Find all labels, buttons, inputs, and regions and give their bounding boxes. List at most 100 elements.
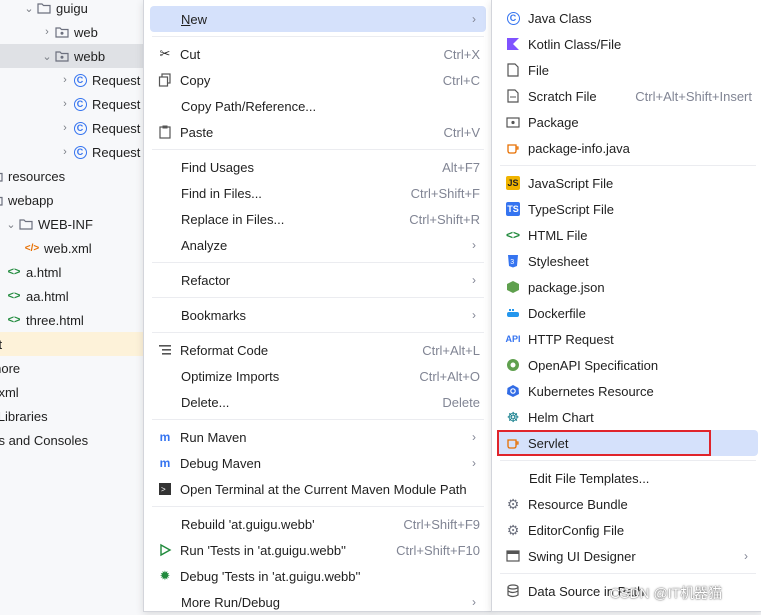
submenu-item-dockerfile[interactable]: Dockerfile [498, 300, 758, 326]
menu-item-copy[interactable]: Copy Ctrl+C [150, 67, 486, 93]
submenu-item-file[interactable]: File [498, 57, 758, 83]
menu-item-optimize-imports[interactable]: Optimize Imports Ctrl+Alt+O [150, 363, 486, 389]
css-icon: 3 [504, 252, 522, 270]
tree-item[interactable]: ⌄ webb [0, 44, 150, 68]
tree-item-label: webb [74, 48, 106, 64]
menu-item-rebuild[interactable]: Rebuild 'at.guigu.webb' Ctrl+Shift+F9 [150, 511, 486, 537]
helm-icon: ☸ [506, 408, 520, 425]
html-icon: <> [7, 290, 21, 302]
chevron-right-icon[interactable]: › [58, 98, 72, 110]
submenu-item-html-file[interactable]: <> HTML File [498, 222, 758, 248]
submenu-item-kubernetes[interactable]: Kubernetes Resource [498, 378, 758, 404]
menu-item-paste[interactable]: Paste Ctrl+V [150, 119, 486, 145]
typescript-icon: TS [506, 202, 520, 216]
submenu-item-package[interactable]: Package [498, 109, 758, 135]
tree-item-label: al Libraries [0, 408, 48, 424]
tree-item[interactable]: <> a.html [0, 260, 150, 284]
kotlin-icon [504, 35, 522, 53]
database-icon [504, 582, 522, 600]
submenu-item-package-json[interactable]: package.json [498, 274, 758, 300]
menu-item-more-run-debug[interactable]: More Run/Debug › [150, 589, 486, 615]
tree-item[interactable]: ⌄ WEB-INF [0, 212, 150, 236]
tree-item[interactable]: ignore [0, 356, 150, 380]
submenu-item-openapi[interactable]: OpenAPI Specification [498, 352, 758, 378]
menu-item-copy-path[interactable]: Copy Path/Reference... [150, 93, 486, 119]
java-file-icon [504, 139, 522, 157]
chevron-right-icon[interactable]: › [58, 74, 72, 86]
submenu-item-resource-bundle[interactable]: ⚙ Resource Bundle [498, 491, 758, 517]
tree-item[interactable]: <> three.html [0, 308, 150, 332]
tree-item[interactable]: ⌄ guigu [0, 0, 150, 20]
maven-debug-icon: m [159, 456, 171, 470]
chevron-down-icon[interactable]: ⌄ [4, 218, 18, 231]
submenu-item-scratch-file[interactable]: Scratch File Ctrl+Alt+Shift+Insert [498, 83, 758, 109]
submenu-item-ts-file[interactable]: TS TypeScript File [498, 196, 758, 222]
menu-item-delete[interactable]: Delete... Delete [150, 389, 486, 415]
menu-item-new[interactable]: New › [150, 6, 486, 32]
tree-item[interactable]: webapp [0, 188, 150, 212]
menu-item-reformat[interactable]: Reformat Code Ctrl+Alt+L [150, 337, 486, 363]
tree-item[interactable]: </> web.xml [0, 236, 150, 260]
tree-item-label: Request [92, 144, 141, 160]
chevron-right-icon: › [472, 595, 476, 609]
submenu-item-java-class[interactable]: C Java Class [498, 5, 758, 31]
tree-item[interactable]: al Libraries [0, 404, 150, 428]
chevron-right-icon[interactable]: › [40, 26, 54, 38]
chevron-right-icon: › [472, 238, 476, 252]
tree-item[interactable]: › C Request [0, 68, 150, 92]
tree-item[interactable]: › C Request [0, 116, 150, 140]
menu-item-debug-maven[interactable]: m Debug Maven › [150, 450, 486, 476]
folder-icon [0, 168, 4, 184]
menu-item-cut[interactable]: ✂ Cut Ctrl+X [150, 41, 486, 67]
chevron-down-icon[interactable]: ⌄ [22, 2, 36, 15]
bug-icon: ✹ [159, 568, 171, 583]
submenu-item-editorconfig[interactable]: ⚙ EditorConfig File [498, 517, 758, 543]
tree-item-label: guigu [56, 0, 88, 16]
tree-item[interactable]: › web [0, 20, 150, 44]
gear-icon: ⚙ [506, 521, 520, 538]
menu-item-analyze[interactable]: Analyze › [150, 232, 486, 258]
reformat-icon [156, 341, 174, 359]
menu-item-refactor[interactable]: Refactor › [150, 267, 486, 293]
java-class-icon: C [504, 9, 522, 27]
submenu-item-http-request[interactable]: API HTTP Request [498, 326, 758, 352]
submenu-item-kotlin-class[interactable]: Kotlin Class/File [498, 31, 758, 57]
tree-item[interactable]: get [0, 332, 150, 356]
tree-item-label: web [74, 24, 98, 40]
menu-item-run-tests[interactable]: Run 'Tests in 'at.guigu.webb'' Ctrl+Shif… [150, 537, 486, 563]
paste-icon [156, 123, 174, 141]
tree-item-label: resources [8, 168, 66, 184]
chevron-right-icon[interactable]: › [58, 122, 72, 134]
tree-item-label: ignore [0, 360, 21, 376]
menu-item-find-usages[interactable]: Find Usages Alt+F7 [150, 154, 486, 180]
watermark: CSDN @IT机器猫 [610, 585, 723, 601]
chevron-right-icon[interactable]: › [58, 146, 72, 158]
tree-item[interactable]: <> aa.html [0, 284, 150, 308]
form-icon [504, 547, 522, 565]
submenu-item-swing-designer[interactable]: Swing UI Designer › [498, 543, 758, 569]
chevron-down-icon[interactable]: ⌄ [40, 50, 54, 63]
menu-item-run-maven[interactable]: m Run Maven › [150, 424, 486, 450]
menu-item-find-in-files[interactable]: Find in Files... Ctrl+Shift+F [150, 180, 486, 206]
submenu-item-js-file[interactable]: JS JavaScript File [498, 170, 758, 196]
tree-item[interactable]: hes and Consoles [0, 428, 150, 452]
tree-item[interactable]: m.xml [0, 380, 150, 404]
html-icon: <> [7, 314, 21, 326]
tree-item-label: Request [92, 96, 141, 112]
menu-item-bookmarks[interactable]: Bookmarks › [150, 302, 486, 328]
tree-item[interactable]: resources [0, 164, 150, 188]
submenu-item-package-info[interactable]: package-info.java [498, 135, 758, 161]
submenu-item-edit-templates[interactable]: Edit File Templates... [498, 465, 758, 491]
openapi-icon [504, 356, 522, 374]
menu-item-debug-tests[interactable]: ✹ Debug 'Tests in 'at.guigu.webb'' [150, 563, 486, 589]
menu-item-replace-in-files[interactable]: Replace in Files... Ctrl+Shift+R [150, 206, 486, 232]
tree-item[interactable]: › C Request [0, 92, 150, 116]
svg-text:3: 3 [510, 259, 514, 266]
separator [152, 332, 484, 333]
tree-item-label: three.html [26, 312, 84, 328]
tree-item-label: m.xml [0, 384, 19, 400]
submenu-item-stylesheet[interactable]: 3 Stylesheet [498, 248, 758, 274]
submenu-item-helm-chart[interactable]: ☸ Helm Chart [498, 404, 758, 430]
tree-item[interactable]: › C Request [0, 140, 150, 164]
menu-item-open-terminal[interactable]: > Open Terminal at the Current Maven Mod… [150, 476, 486, 502]
